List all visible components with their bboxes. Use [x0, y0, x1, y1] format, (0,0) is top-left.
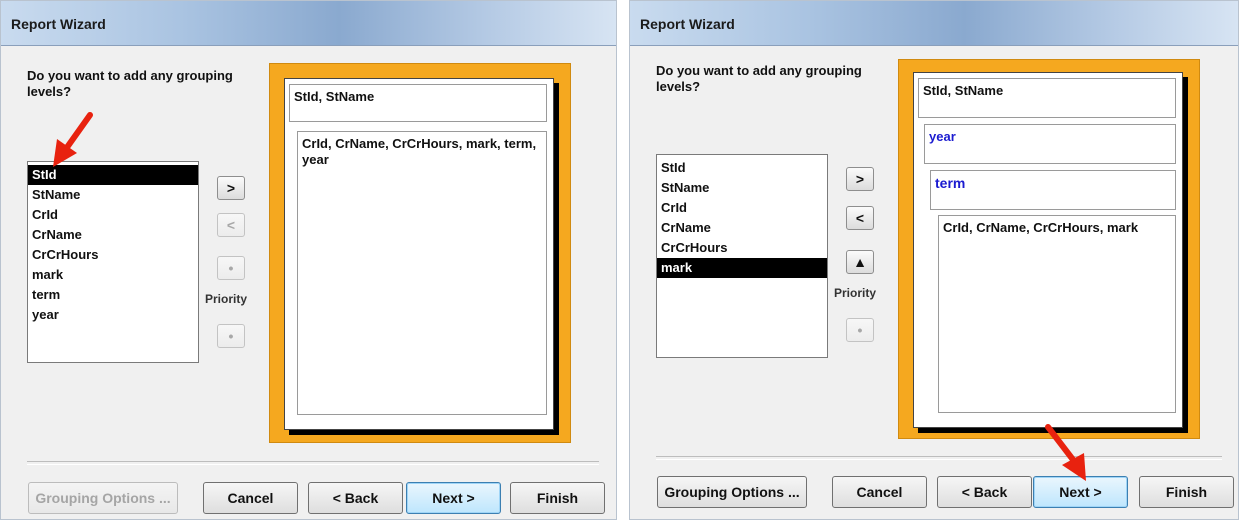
list-item-crcrhours[interactable]: CrCrHours — [657, 238, 827, 258]
grouping-question: Do you want to add any grouping levels? — [656, 63, 862, 94]
finish-button[interactable]: Finish — [1139, 476, 1234, 508]
divider — [27, 461, 599, 465]
group-level-3: term — [930, 170, 1176, 210]
finish-button[interactable]: Finish — [510, 482, 605, 514]
group-level-2: year — [924, 124, 1176, 164]
grouping-preview: StId, StName year term CrId, CrName, CrC… — [898, 59, 1200, 439]
next-button[interactable]: Next > — [406, 482, 501, 514]
report-wizard-window-left: Report Wizard Do you want to add any gro… — [0, 0, 617, 520]
list-item-mark[interactable]: mark — [657, 258, 827, 278]
grouping-preview: StId, StName CrId, CrName, CrCrHours, ma… — [269, 63, 571, 443]
divider — [656, 456, 1222, 460]
grouping-question: Do you want to add any grouping levels? — [27, 68, 233, 99]
cancel-button[interactable]: Cancel — [832, 476, 927, 508]
title-bar: Report Wizard — [630, 1, 1238, 46]
title-bar: Report Wizard — [1, 1, 616, 46]
remove-grouping-button[interactable]: < — [846, 206, 874, 230]
annotation-arrow-icon — [1045, 424, 1086, 481]
list-item-stname[interactable]: StName — [657, 178, 827, 198]
list-item-year[interactable]: year — [28, 305, 198, 325]
priority-up-button[interactable]: • — [217, 256, 245, 280]
available-fields-list[interactable]: StId StName CrId CrName CrCrHours mark t… — [27, 161, 199, 363]
wizard-content: Do you want to add any grouping levels? … — [630, 46, 1238, 519]
priority-up-button[interactable]: ▲ — [846, 250, 874, 274]
add-grouping-button[interactable]: > — [846, 167, 874, 191]
add-grouping-button[interactable]: > — [217, 176, 245, 200]
priority-down-button[interactable]: • — [846, 318, 874, 342]
available-fields-list[interactable]: StId StName CrId CrName CrCrHours mark — [656, 154, 828, 358]
preview-page: StId, StName CrId, CrName, CrCrHours, ma… — [284, 78, 554, 430]
priority-label: Priority — [205, 292, 248, 306]
grouping-options-button[interactable]: Grouping Options ... — [28, 482, 178, 514]
group-level-1: StId, StName — [918, 78, 1176, 118]
remove-grouping-button[interactable]: < — [217, 213, 245, 237]
cancel-button[interactable]: Cancel — [203, 482, 298, 514]
annotation-arrow-icon — [53, 112, 93, 167]
list-item-crid[interactable]: CrId — [28, 205, 198, 225]
list-item-crcrhours[interactable]: CrCrHours — [28, 245, 198, 265]
detail-fields: CrId, CrName, CrCrHours, mark — [938, 215, 1176, 413]
detail-fields: CrId, CrName, CrCrHours, mark, term, yea… — [297, 131, 547, 415]
priority-label: Priority — [834, 286, 877, 300]
preview-page: StId, StName year term CrId, CrName, CrC… — [913, 72, 1183, 428]
list-item-crname[interactable]: CrName — [657, 218, 827, 238]
window-title: Report Wizard — [640, 16, 735, 32]
back-button[interactable]: < Back — [937, 476, 1032, 508]
priority-down-button[interactable]: • — [217, 324, 245, 348]
window-title: Report Wizard — [11, 16, 106, 32]
list-item-crname[interactable]: CrName — [28, 225, 198, 245]
back-button[interactable]: < Back — [308, 482, 403, 514]
list-item-stname[interactable]: StName — [28, 185, 198, 205]
group-level-1: StId, StName — [289, 84, 547, 122]
list-item-crid[interactable]: CrId — [657, 198, 827, 218]
list-item-term[interactable]: term — [28, 285, 198, 305]
list-item-stid[interactable]: StId — [657, 158, 827, 178]
report-wizard-window-right: Report Wizard Do you want to add any gro… — [629, 0, 1239, 520]
grouping-options-button[interactable]: Grouping Options ... — [657, 476, 807, 508]
list-item-mark[interactable]: mark — [28, 265, 198, 285]
